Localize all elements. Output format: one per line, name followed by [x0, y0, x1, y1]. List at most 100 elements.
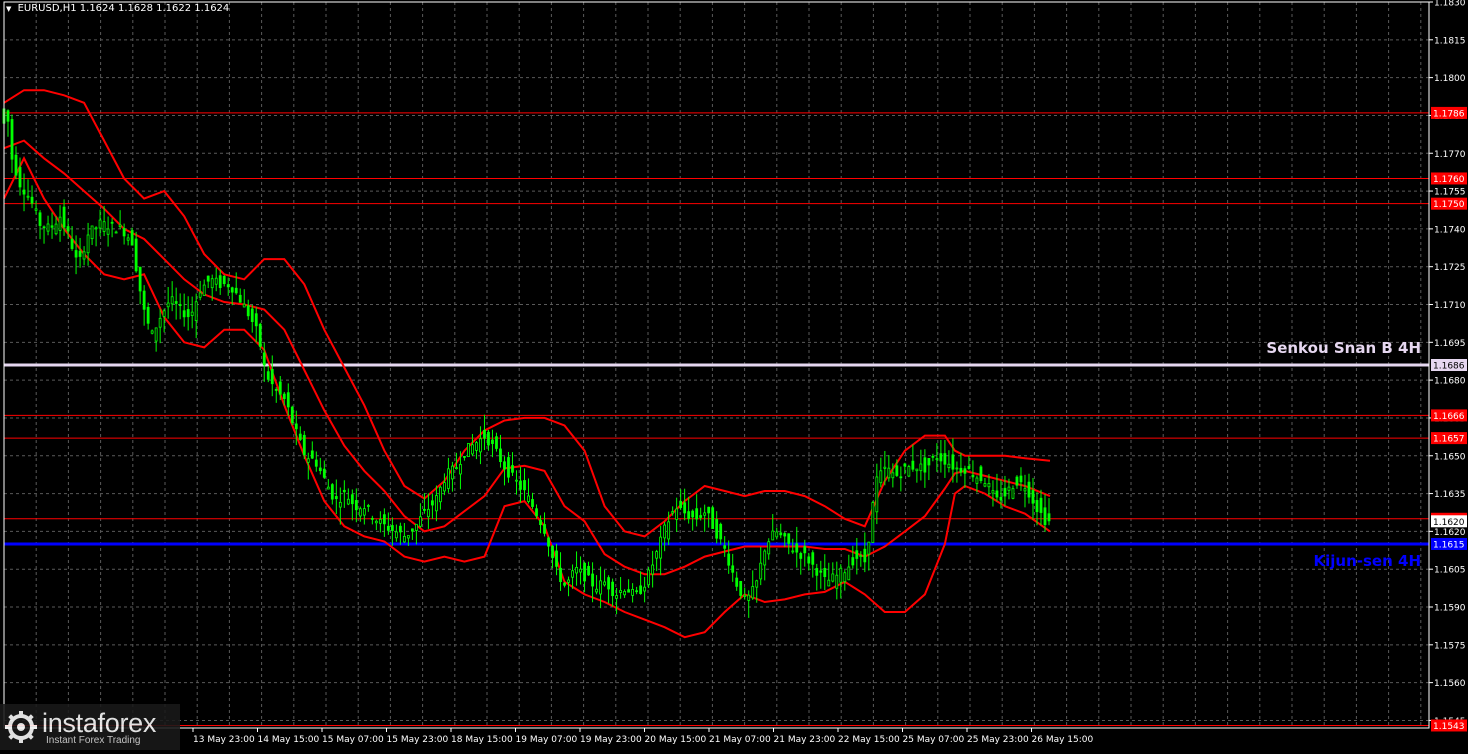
candle-body	[350, 494, 354, 505]
candle-body	[18, 167, 22, 188]
candle-body	[114, 231, 118, 234]
candle-body	[623, 590, 626, 596]
candle-body	[258, 323, 262, 347]
candle-body	[431, 500, 434, 506]
candle-body	[523, 480, 526, 491]
y-tick-label: 1.1620	[1434, 528, 1466, 538]
candle-body	[499, 448, 502, 462]
candle-body	[923, 457, 927, 473]
candle-body	[755, 580, 759, 588]
dropdown-triangle-icon[interactable]: ▼	[6, 5, 11, 13]
candle-body	[254, 313, 258, 327]
candle-body	[603, 581, 606, 586]
candle-body	[835, 574, 839, 589]
candle-body	[66, 226, 70, 232]
senkou-span-b-label: Senkou Snan B 4H	[1266, 339, 1421, 357]
candle-body	[531, 499, 534, 507]
candle-body	[543, 524, 546, 534]
y-tick-label: 1.1725	[1434, 263, 1466, 273]
candle-body	[551, 545, 554, 559]
candle-body	[839, 567, 843, 583]
logo-tagline: Instant Forex Trading	[46, 735, 141, 746]
candle-body	[210, 278, 214, 289]
x-tick-label: 21 May 07:00	[709, 735, 771, 745]
candle-body	[935, 458, 939, 461]
candle-body	[615, 595, 618, 599]
candle-body	[1035, 500, 1039, 513]
candle-body	[266, 371, 270, 380]
candle-body	[1023, 488, 1027, 492]
chart-area[interactable]: 1.18301.18151.18001.17851.17701.17551.17…	[0, 0, 1468, 750]
candle-body	[503, 461, 506, 470]
candle-body	[735, 577, 739, 587]
candle-body	[975, 477, 979, 484]
candle-body	[647, 569, 651, 586]
candle-body	[683, 502, 687, 514]
candle-body	[743, 594, 747, 597]
symbol-name: EURUSD,H1	[17, 3, 77, 14]
candle-body	[783, 533, 787, 537]
candle-body	[166, 302, 170, 308]
candle-body	[875, 476, 879, 513]
candle-body	[803, 546, 807, 554]
candle-body	[991, 490, 995, 494]
candle-body	[82, 251, 86, 260]
x-tick-label: 15 May 23:00	[387, 735, 449, 745]
candle-body	[298, 433, 302, 440]
candle-body	[370, 517, 374, 520]
symbol-header: ▼ EURUSD,H1 1.1624 1.1628 1.1622 1.1624	[6, 3, 229, 14]
candle-body	[707, 506, 711, 514]
y-tick-label: 1.1575	[1434, 641, 1466, 651]
candle-body	[751, 586, 755, 599]
candle-body	[979, 466, 983, 481]
candle-body	[443, 482, 446, 492]
candle-body	[118, 224, 122, 228]
candle-body	[435, 495, 438, 512]
price-level-label: 1.1760	[1433, 175, 1465, 185]
price-chart[interactable]: 1.18301.18151.18001.17851.17701.17551.17…	[0, 0, 1468, 750]
candle-body	[667, 521, 671, 540]
candle-body	[679, 501, 683, 508]
candle-body	[475, 442, 478, 451]
candle-body	[815, 568, 819, 576]
x-tick-label: 26 May 15:00	[1032, 735, 1094, 745]
candle-body	[635, 590, 639, 593]
candle-body	[995, 490, 999, 498]
candle-body	[759, 562, 763, 580]
candle-body	[54, 223, 58, 235]
candle-body	[487, 431, 490, 446]
candle-body	[158, 317, 162, 328]
candle-body	[439, 486, 442, 503]
candle-body	[310, 450, 314, 459]
lower-band-line	[3, 156, 1051, 639]
candle-body	[246, 305, 250, 317]
candle-body	[899, 476, 903, 479]
candle-body	[110, 221, 114, 224]
candle-body	[711, 507, 715, 529]
candle-body	[723, 545, 727, 549]
x-tick-label: 13 May 23:00	[193, 735, 255, 745]
y-tick-label: 1.1800	[1434, 74, 1466, 84]
candle-body	[1031, 490, 1035, 504]
y-tick-label: 1.1755	[1434, 188, 1466, 198]
candle-body	[799, 553, 803, 559]
candle-body	[342, 489, 346, 493]
candle-body	[34, 208, 38, 211]
candle-body	[214, 277, 218, 285]
candle-body	[527, 495, 530, 502]
candle-body	[507, 457, 510, 478]
price-level-label: 1.1543	[1433, 722, 1465, 732]
candle-body	[891, 472, 895, 479]
candle-body	[222, 275, 226, 285]
candle-body	[691, 510, 695, 518]
candle-body	[186, 309, 190, 318]
candle-body	[731, 565, 735, 573]
y-tick-label: 1.1650	[1434, 452, 1466, 462]
candle-body	[274, 389, 278, 391]
candle-body	[715, 519, 719, 539]
candle-body	[386, 525, 390, 531]
candle-body	[587, 565, 590, 576]
candle-body	[919, 463, 923, 472]
candle-body	[811, 552, 815, 565]
candle-body	[967, 466, 971, 469]
